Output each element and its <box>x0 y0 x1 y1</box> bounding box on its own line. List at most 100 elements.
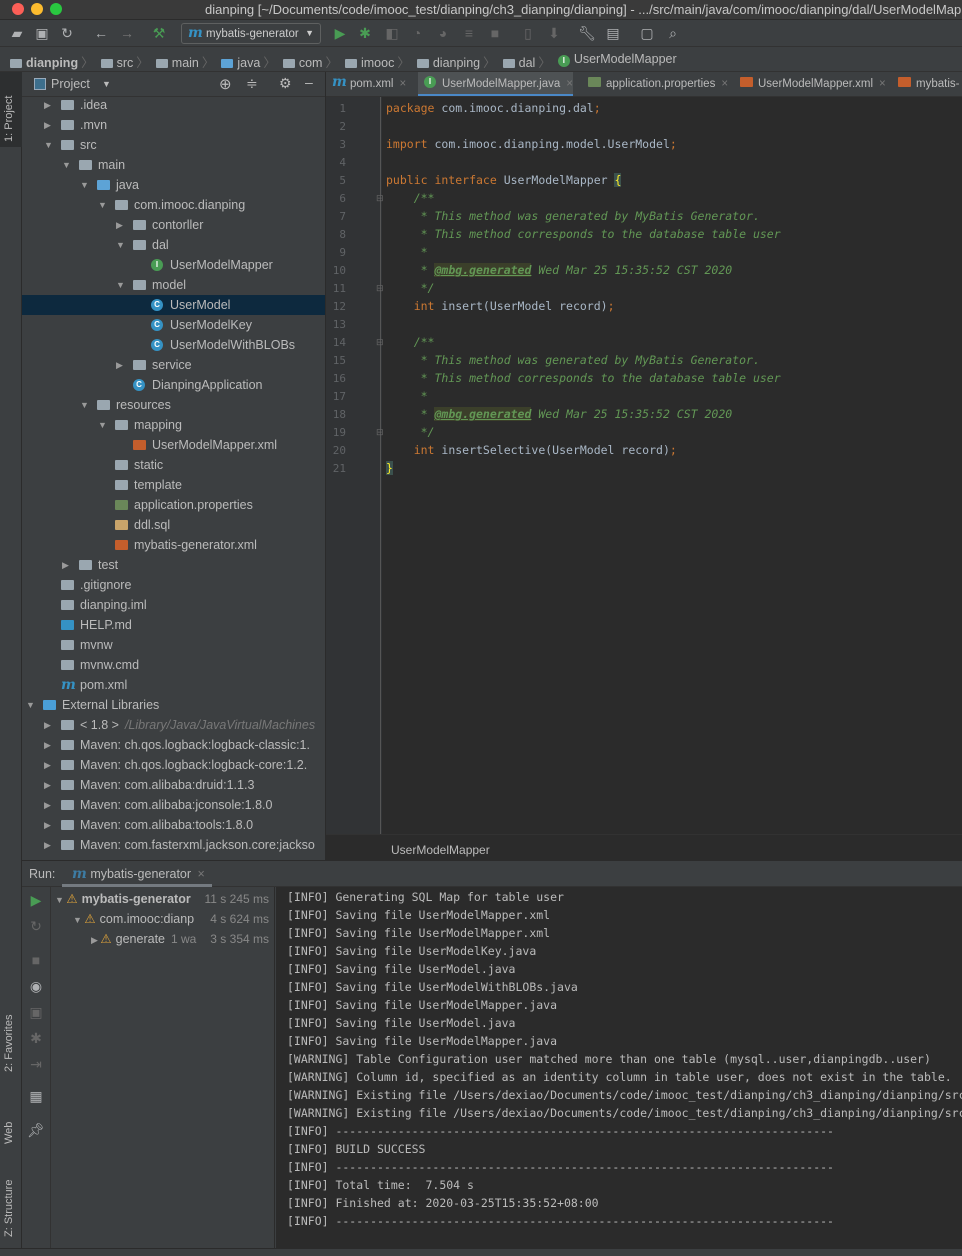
stop-icon[interactable]: ■ <box>486 24 504 42</box>
collapsed-arrow-icon[interactable]: ▶ <box>44 775 51 795</box>
fold-marker-icon[interactable]: ⊟ <box>376 283 384 294</box>
collapsed-arrow-icon[interactable]: ▶ <box>62 555 69 575</box>
minimize-window-button[interactable] <box>31 3 43 15</box>
tree-item[interactable]: ▶ Maven: ch.qos.logback:logback-core:1.2. <box>22 755 325 775</box>
code-line[interactable]: * <box>386 245 428 259</box>
fold-marker-icon[interactable]: ⊟ <box>376 337 384 348</box>
tree-item[interactable]: ▶ .idea <box>22 95 325 115</box>
code-line[interactable]: * <box>386 389 428 403</box>
tree-item[interactable]: ▶ .mvn <box>22 115 325 135</box>
tree-item[interactable]: ▶ < 1.8 >/Library/Java/JavaVirtualMachine… <box>22 715 325 735</box>
editor-tab[interactable]: m pom.xml × <box>326 72 406 96</box>
tree-item[interactable]: ▼ model <box>22 275 325 295</box>
coverage-icon[interactable]: ◧ <box>383 24 401 42</box>
code-line[interactable]: * This method was generated by MyBatis G… <box>386 353 760 367</box>
breadcrumb-item[interactable]: dal 〉 <box>502 52 554 71</box>
fold-marker-icon[interactable]: ⊟ <box>376 427 384 438</box>
project-tool-button[interactable]: 1: Project <box>3 96 15 142</box>
breadcrumb-item[interactable]: imooc 〉 <box>344 52 413 71</box>
breadcrumb-item[interactable]: dianping 〉 <box>416 52 499 71</box>
tree-item[interactable]: ▶ Maven: com.alibaba:druid:1.1.3 <box>22 775 325 795</box>
code-line[interactable]: * This method was generated by MyBatis G… <box>386 209 760 223</box>
tree-item[interactable]: ▶ service <box>22 355 325 375</box>
rerun-icon[interactable]: ▶ <box>27 891 45 909</box>
tree-item[interactable]: mybatis-generator.xml <box>22 535 325 555</box>
tree-item[interactable]: ddl.sql <box>22 515 325 535</box>
tree-item[interactable]: C UserModelWithBLOBs <box>22 335 325 355</box>
expanded-arrow-icon[interactable]: ▼ <box>44 135 53 155</box>
tree-item[interactable]: C DianpingApplication <box>22 375 325 395</box>
code-line[interactable]: * @mbg.generated Wed Mar 25 15:35:52 CST… <box>386 263 732 277</box>
code-line[interactable]: /** <box>386 335 435 349</box>
close-tab-icon[interactable]: × <box>566 78 573 90</box>
hide-panel-icon[interactable]: – <box>305 74 313 90</box>
editor-tab[interactable]: mybatis- <box>892 72 959 96</box>
tree-item[interactable]: ▶ Maven: com.fasterxml.jackson.core:jacks… <box>22 835 325 855</box>
tree-item[interactable]: application.properties <box>22 495 325 515</box>
fold-marker-icon[interactable]: ⊟ <box>376 193 384 204</box>
debug-settings-icon[interactable]: ✱ <box>27 1029 45 1047</box>
breadcrumb-item[interactable]: src 〉 <box>100 52 152 71</box>
breadcrumb-item[interactable]: I UserModelMapper <box>557 52 677 67</box>
breadcrumb-item[interactable]: java 〉 <box>221 52 278 71</box>
expand-arrow-icon[interactable]: ▶ <box>91 935 100 945</box>
tree-item[interactable]: I UserModelMapper <box>22 255 325 275</box>
gear-icon[interactable]: ⚙ <box>279 75 292 92</box>
layout-icon[interactable]: ▦ <box>27 1087 45 1105</box>
update-icon[interactable]: ⬇ <box>545 24 563 42</box>
tree-item[interactable]: .gitignore <box>22 575 325 595</box>
collapsed-arrow-icon[interactable]: ▶ <box>116 355 123 375</box>
tree-item[interactable]: mvnw.cmd <box>22 655 325 675</box>
sync-icon[interactable]: ↻ <box>58 24 76 42</box>
login-icon[interactable]: ⇥ <box>27 1055 45 1073</box>
run-configuration-select[interactable]: m mybatis-generator ▼ <box>181 23 321 44</box>
tree-item[interactable]: ▼ src <box>22 135 325 155</box>
editor-breadcrumb[interactable]: UserModelMapper <box>326 834 962 860</box>
collapsed-arrow-icon[interactable]: ▶ <box>44 715 51 735</box>
open-folder-icon[interactable]: ▰ <box>8 24 26 42</box>
collapsed-arrow-icon[interactable]: ▶ <box>44 755 51 775</box>
save-icon[interactable]: ▣ <box>33 24 51 42</box>
forward-icon[interactable]: → <box>118 24 136 42</box>
collapse-all-icon[interactable]: ≑ <box>246 75 258 92</box>
tree-item[interactable]: dianping.iml <box>22 595 325 615</box>
expanded-arrow-icon[interactable]: ▼ <box>80 175 89 195</box>
zoom-window-button[interactable] <box>50 3 62 15</box>
close-tab-icon[interactable]: × <box>198 867 205 881</box>
collapsed-arrow-icon[interactable]: ▶ <box>44 95 51 115</box>
tree-item[interactable]: ▶ Maven: ch.qos.logback:logback-classic:1… <box>22 735 325 755</box>
tree-item[interactable]: ▼ main <box>22 155 325 175</box>
tree-item[interactable]: ▼ com.imooc.dianping <box>22 195 325 215</box>
settings-wrench-icon[interactable]: 🔧︎ <box>578 24 596 42</box>
expanded-arrow-icon[interactable]: ▼ <box>98 415 107 435</box>
collapsed-arrow-icon[interactable]: ▶ <box>44 815 51 835</box>
tree-item[interactable]: static <box>22 455 325 475</box>
collapsed-arrow-icon[interactable]: ▶ <box>44 735 51 755</box>
structure-tool-button[interactable]: Z: Structure <box>3 1180 15 1237</box>
terminal-icon[interactable]: ▢ <box>638 24 656 42</box>
stop-icon[interactable]: ■ <box>27 951 45 969</box>
rerun-failed-icon[interactable]: ↻ <box>27 917 45 935</box>
expand-arrow-icon[interactable]: ▼ <box>73 915 84 925</box>
favorites-tool-button[interactable]: 2: Favorites <box>3 1015 15 1072</box>
tree-item[interactable]: template <box>22 475 325 495</box>
project-view-select[interactable]: Project <box>51 77 90 91</box>
tree-item[interactable]: mvnw <box>22 635 325 655</box>
expanded-arrow-icon[interactable]: ▼ <box>98 195 107 215</box>
code-line[interactable]: int insertSelective(UserModel record); <box>386 443 677 457</box>
run-tab[interactable]: m mybatis-generator × <box>62 861 212 887</box>
tree-item[interactable]: ▶ test <box>22 555 325 575</box>
expanded-arrow-icon[interactable]: ▼ <box>80 395 89 415</box>
expanded-arrow-icon[interactable]: ▼ <box>62 155 71 175</box>
close-tab-icon[interactable]: × <box>721 78 728 90</box>
code-line[interactable]: * This method corresponds to the databas… <box>386 371 781 385</box>
code-line[interactable]: int insert(UserModel record); <box>386 299 615 313</box>
code-line[interactable]: */ <box>386 281 435 295</box>
tree-item[interactable]: HELP.md <box>22 615 325 635</box>
collapsed-arrow-icon[interactable]: ▶ <box>44 835 51 855</box>
step-icon[interactable]: ≡ <box>460 24 478 42</box>
editor-tab[interactable]: I UserModelMapper.java × <box>418 72 573 96</box>
console-output[interactable]: [INFO] Generating SQL Map for table user… <box>276 887 962 1248</box>
code-line[interactable]: * This method corresponds to the databas… <box>386 227 781 241</box>
run-tree-item[interactable]: ▼ ⚠ com.imooc:dianp 4 s 624 ms <box>73 909 273 929</box>
